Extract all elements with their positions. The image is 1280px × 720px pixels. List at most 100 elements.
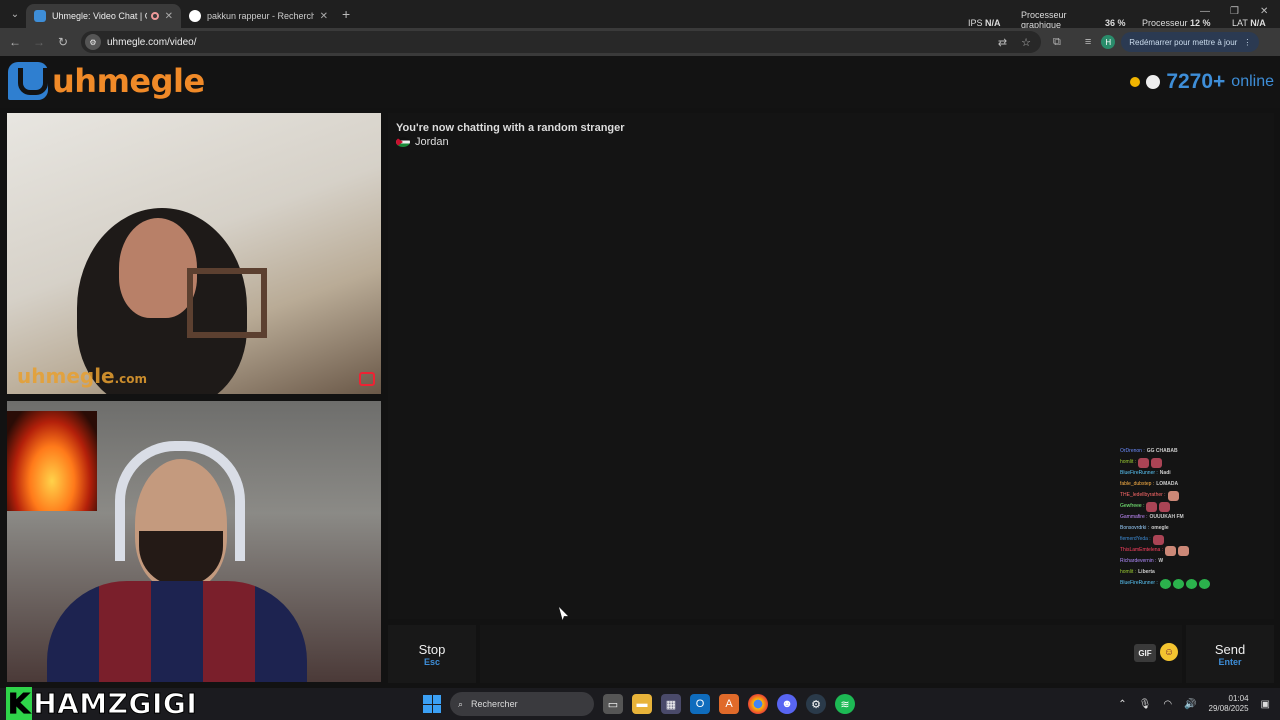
more-menu-icon[interactable]: ⋮ <box>1243 38 1251 47</box>
tray-chevron-icon[interactable]: ⌃ <box>1118 699 1126 710</box>
tab-uhmegle[interactable]: Uhmegle: Video Chat | Om ✕ <box>26 4 181 28</box>
wifi-icon[interactable]: ◠ <box>1163 699 1172 710</box>
browser-tab-strip: ⌄ Uhmegle: Video Chat | Om ✕ pakkun rapp… <box>0 0 1280 28</box>
microphone-icon[interactable]: 🎙 <box>1139 699 1152 710</box>
minimize-icon[interactable]: — <box>1200 6 1210 17</box>
stream-chat-line: ThisLamEmtelena : <box>1120 545 1240 556</box>
stream-chat-line: fable_dubstep : LOMADA <box>1120 479 1240 490</box>
reading-list-icon[interactable]: ≡ <box>1085 36 1091 48</box>
stranger-info: Jordan <box>396 136 449 148</box>
url-text: uhmegle.com/video/ <box>107 36 197 48</box>
stranger-face <box>119 218 197 318</box>
chat-status-message: You're now chatting with a random strang… <box>396 122 625 134</box>
profile-avatar[interactable]: H <box>1101 35 1116 49</box>
address-toolbar: ← → ↻ ⚙ uhmegle.com/video/ ⇄ ☆ ⧉ ≡ H Red… <box>0 28 1280 56</box>
url-bar[interactable]: ⚙ uhmegle.com/video/ ⇄ ☆ <box>81 31 1041 53</box>
back-arrow-icon[interactable]: ← <box>3 35 27 49</box>
chat-controls: Stop Esc GIF ☺ Send Enter <box>388 625 1274 683</box>
forward-arrow-icon[interactable]: → <box>27 35 51 49</box>
send-button[interactable]: Send Enter <box>1186 625 1274 683</box>
stream-chat-line: Gewfreee : <box>1120 501 1240 512</box>
hud-lat: LAT N/A <box>1232 18 1266 28</box>
recording-indicator-icon <box>150 12 159 20</box>
tab-google-search[interactable]: pakkun rappeur - Recherche G ✕ <box>181 4 336 28</box>
store-icon[interactable]: ▦ <box>661 694 681 714</box>
windows-start-icon[interactable] <box>423 695 441 713</box>
stream-chat-message: Nadi <box>1159 470 1171 476</box>
hud-gpu-value: 36 % <box>1105 18 1126 28</box>
streamer-name-rest: HAMZGIGI <box>33 686 198 720</box>
online-count: 7270+ <box>1166 70 1226 93</box>
chat-emote-icon <box>1178 545 1190 556</box>
theme-toggle[interactable] <box>1146 75 1161 89</box>
hud-ips: IPS N/A <box>968 18 1001 28</box>
chrome-icon[interactable] <box>748 694 768 714</box>
outlook-icon[interactable]: O <box>690 694 710 714</box>
spotify-icon[interactable]: ≋ <box>835 694 855 714</box>
steam-icon[interactable]: ⚙ <box>806 694 826 714</box>
gif-button[interactable]: GIF <box>1134 644 1156 662</box>
stream-chat-message: W <box>1158 558 1164 564</box>
stream-chat-user: fiemerdYeda : <box>1120 536 1151 542</box>
stream-chat-user: homlit : <box>1120 459 1137 465</box>
stream-chat-user: homlit : <box>1120 569 1137 575</box>
taskbar-search[interactable]: ⌕ Rechercher <box>450 692 594 716</box>
close-tab-icon[interactable]: ✕ <box>165 11 173 22</box>
tab-title: pakkun rappeur - Recherche G <box>207 11 314 21</box>
tab-search-chevron-icon[interactable]: ⌄ <box>4 3 26 25</box>
site-header: uhmegle 7270+ online <box>0 56 1280 108</box>
uhmegle-logo-mark-icon <box>8 62 48 100</box>
chat-emote-icon <box>1167 490 1179 501</box>
chat-emote-icon <box>1185 578 1197 589</box>
stop-button[interactable]: Stop Esc <box>388 625 476 683</box>
close-tab-icon[interactable]: ✕ <box>320 11 328 22</box>
chat-emote-icon <box>1159 578 1171 589</box>
stream-chat-message: Liberta <box>1138 569 1155 575</box>
app-a-icon[interactable]: A <box>719 694 739 714</box>
stream-chat-overlay: OrDrenon : GG CHABAB homlit : BlueFireRunne… <box>1120 446 1240 589</box>
uhmegle-logo[interactable]: uhmegle <box>8 62 205 100</box>
online-indicator: 7270+ online <box>1130 70 1274 94</box>
chat-emote-icon <box>1159 501 1171 512</box>
extensions-icon[interactable]: ⧉ <box>1053 36 1061 49</box>
chat-emote-icon <box>1172 578 1184 589</box>
stream-chat-user: ThisLamEmtelena : <box>1120 547 1164 553</box>
chat-log: You're now chatting with a random strang… <box>388 113 1274 619</box>
new-tab-plus-icon[interactable]: + <box>342 6 350 22</box>
hud-cpu: Processeur 12 % <box>1142 18 1211 28</box>
stream-chat-message: LOMADA <box>1156 481 1179 487</box>
close-window-icon[interactable]: ✕ <box>1260 6 1268 17</box>
discord-icon[interactable]: ☻ <box>777 694 797 714</box>
stream-chat-line: fiemerdYeda : <box>1120 534 1240 545</box>
self-jersey <box>47 581 307 682</box>
send-shortcut: Enter <box>1218 656 1242 667</box>
stream-chat-message: GG CHABAB <box>1146 448 1178 454</box>
report-flag-icon[interactable] <box>359 372 375 386</box>
self-video <box>7 401 381 682</box>
jordan-flag-icon <box>396 137 410 147</box>
emoji-icon[interactable]: ☺ <box>1160 643 1178 661</box>
file-explorer-icon[interactable]: ▬ <box>632 694 652 714</box>
stream-chat-message: omegle <box>1151 525 1169 531</box>
restart-update-button[interactable]: Redémarrer pour mettre à jour ⋮ <box>1121 32 1260 52</box>
notifications-icon[interactable]: ▣ <box>1261 699 1270 710</box>
task-view-icon[interactable]: ▭ <box>603 694 623 714</box>
volume-icon[interactable]: 🔊 <box>1184 699 1196 710</box>
bookmark-star-icon[interactable]: ☆ <box>1021 36 1031 49</box>
site-info-icon[interactable]: ⚙ <box>85 34 101 50</box>
streamer-name-overlay: K HAMZGIGI <box>6 686 198 720</box>
stream-chat-user: BlueFireRunner : <box>1120 470 1158 476</box>
logo-text: uhmegle <box>52 62 205 100</box>
stream-chat-user: BlueFireRunner : <box>1120 580 1158 586</box>
system-clock[interactable]: 01:04 29/08/2025 <box>1209 694 1249 714</box>
video-watermark: uhmegle.com <box>17 364 148 388</box>
translate-icon[interactable]: ⇄ <box>998 36 1007 49</box>
message-input[interactable] <box>480 625 1182 683</box>
stream-chat-user: Bonsovrdrki : <box>1120 525 1150 531</box>
streamer-initial: K <box>6 686 33 720</box>
restore-icon[interactable]: ❐ <box>1230 6 1239 17</box>
theme-sun-icon[interactable] <box>1130 77 1141 87</box>
reload-icon[interactable]: ↻ <box>51 35 75 49</box>
google-favicon-icon <box>189 10 201 22</box>
chat-emote-icon <box>1151 457 1163 468</box>
